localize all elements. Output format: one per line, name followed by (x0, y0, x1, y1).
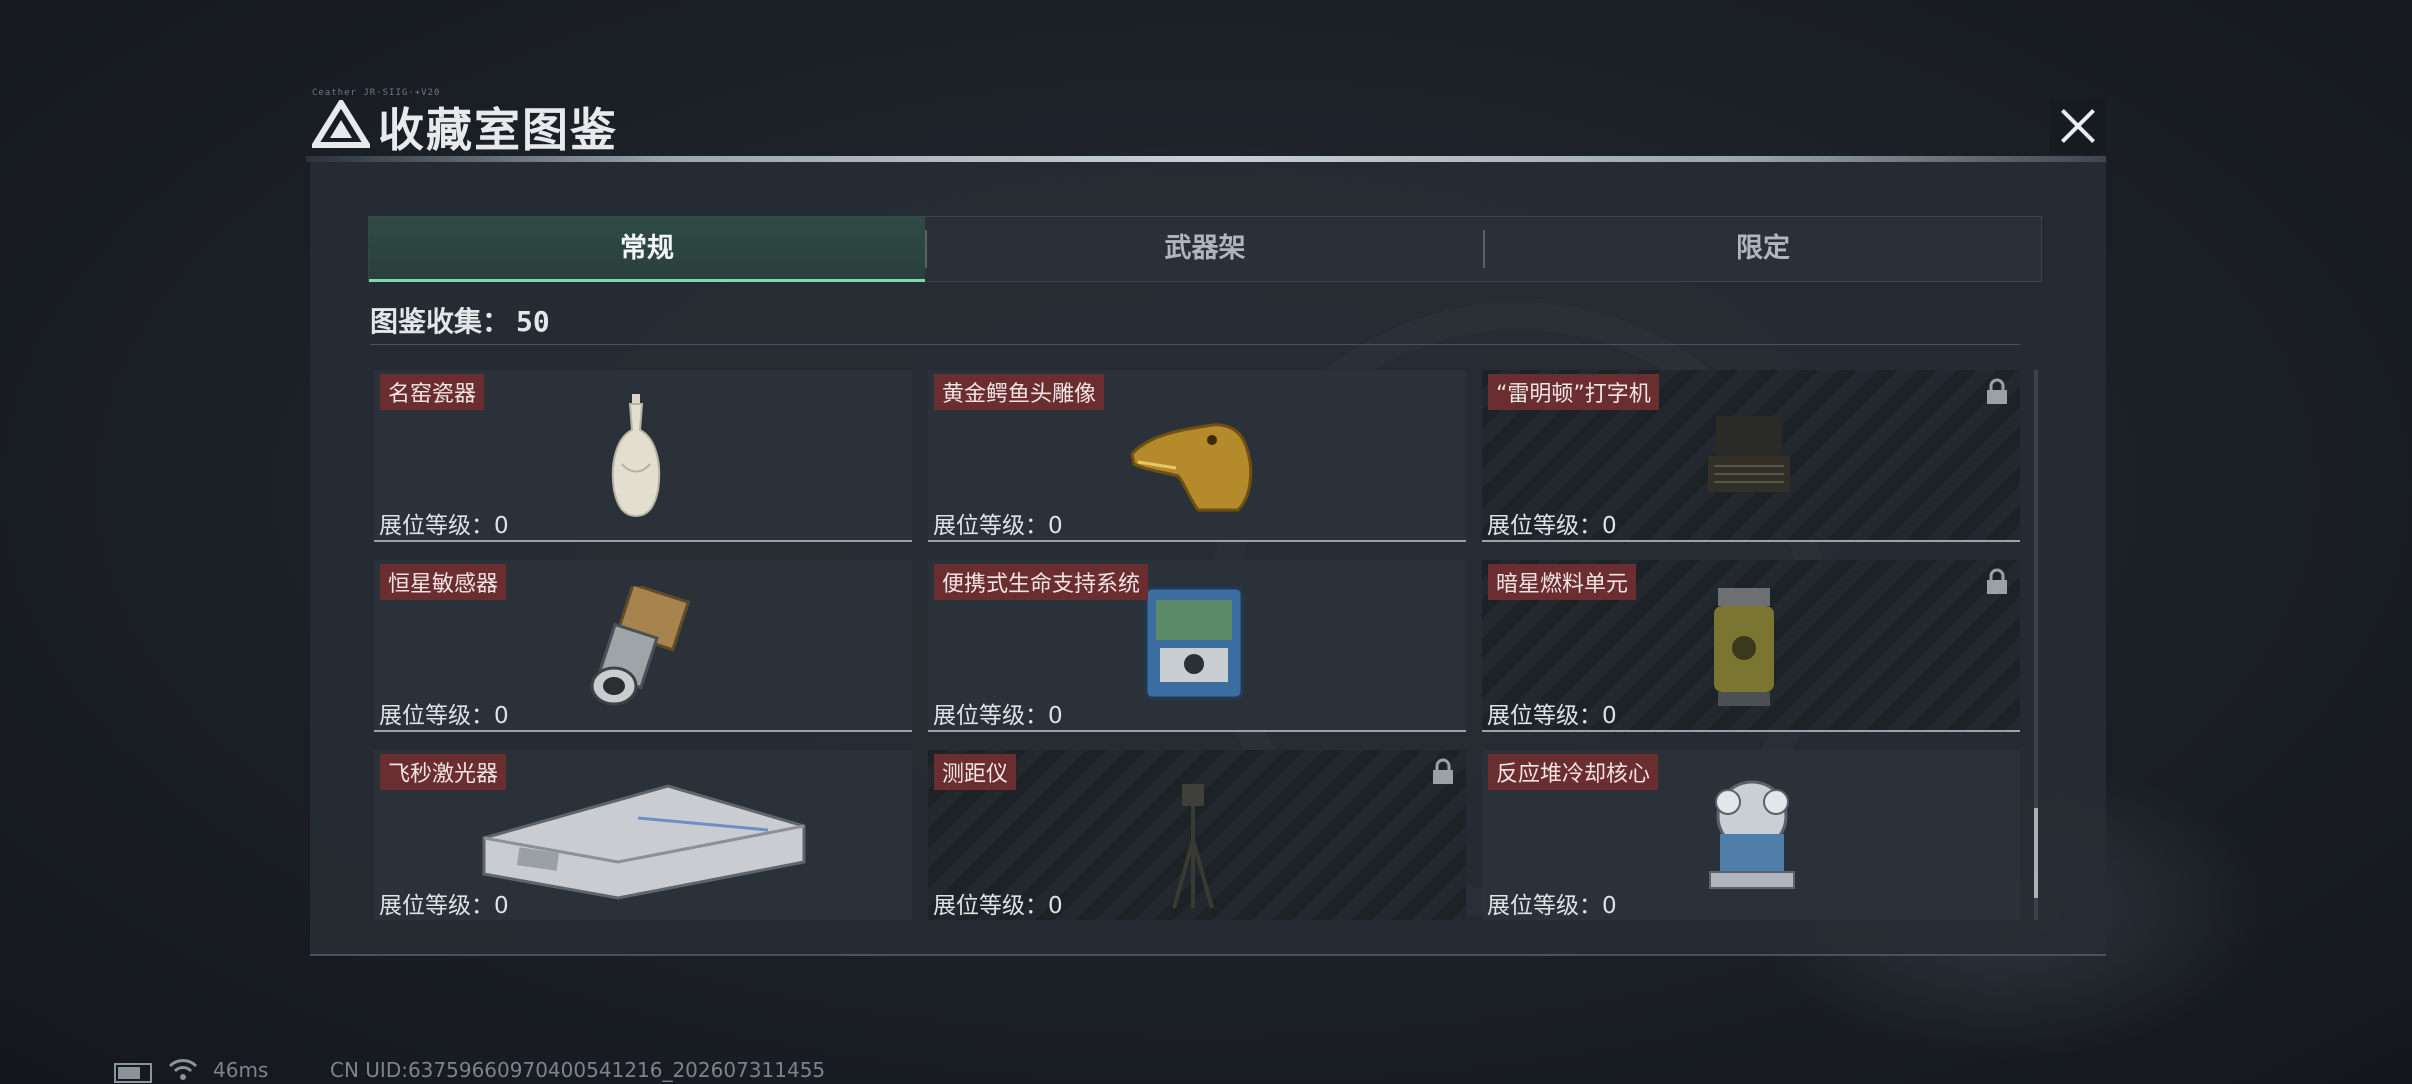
item-level: 展位等级：0 (379, 506, 509, 540)
collection-count: 图鉴收集： 50 (370, 300, 550, 340)
uid-text: CN UID:6375966097040054121​6_20260731145… (330, 1058, 826, 1082)
collection-number: 50 (516, 305, 550, 338)
item-name: 便携式生命支持系统 (934, 564, 1149, 600)
triangle-logo-icon (312, 100, 370, 148)
collection-label: 图鉴收集： (370, 305, 511, 338)
reactor-core-icon (1709, 780, 1795, 889)
level-value: 0 (1602, 703, 1617, 729)
card-underline (1482, 730, 2020, 732)
item-level: 展位等级：0 (1487, 506, 1617, 540)
item-grid: 名窑瓷器 展位等级：0 黄金鳄鱼头雕像 展位等级：0 “雷明顿”打字机 展位等级… (374, 370, 2022, 920)
page-title: 收藏室图鉴 (378, 103, 618, 157)
level-value: 0 (1048, 893, 1063, 919)
card-underline (374, 730, 912, 732)
tab-weapon-rack[interactable]: 武器架 (927, 217, 1483, 281)
level-value: 0 (494, 513, 509, 539)
item-card[interactable]: 黄金鳄鱼头雕像 展位等级：0 (928, 370, 1466, 542)
level-label: 展位等级： (933, 893, 1048, 919)
card-underline (928, 730, 1466, 732)
item-name: 反应堆冷却核心 (1488, 754, 1659, 790)
item-level: 展位等级：0 (1487, 696, 1617, 730)
level-label: 展位等级： (379, 893, 494, 919)
item-name: “雷明顿”打字机 (1488, 374, 1659, 410)
level-label: 展位等级： (379, 703, 494, 729)
item-level: 展位等级：0 (1487, 886, 1617, 920)
grid-scrollbar[interactable] (2034, 370, 2038, 920)
item-name: 黄金鳄鱼头雕像 (934, 374, 1105, 410)
lock-icon (1987, 568, 2007, 594)
rangefinder-icon (1172, 784, 1214, 909)
lock-icon (1433, 758, 1453, 784)
life-support-icon (1144, 586, 1244, 700)
item-level: 展位等级：0 (933, 696, 1063, 730)
level-label: 展位等级： (379, 513, 494, 539)
item-level: 展位等级：0 (379, 886, 509, 920)
femtosecond-laser-icon (482, 784, 806, 900)
fuel-cell-icon (1714, 588, 1774, 706)
item-name: 恒星敏感器 (380, 564, 507, 600)
ping-text: 46ms (213, 1058, 269, 1082)
item-card[interactable]: 飞秒激光器 展位等级：0 (374, 750, 912, 920)
item-level: 展位等级：0 (933, 886, 1063, 920)
level-value: 0 (1602, 513, 1617, 539)
level-value: 0 (494, 703, 509, 729)
level-label: 展位等级： (1487, 893, 1602, 919)
star-sensor-icon (590, 586, 691, 706)
tab-regular[interactable]: 常规 (369, 217, 925, 282)
item-level: 展位等级：0 (933, 506, 1063, 540)
tab-limited[interactable]: 限定 (1485, 217, 2041, 281)
close-button[interactable] (2050, 98, 2106, 154)
level-value: 0 (494, 893, 509, 919)
level-label: 展位等级： (933, 513, 1048, 539)
item-card[interactable]: 反应堆冷却核心 展位等级：0 (1482, 750, 2020, 920)
item-name: 名窑瓷器 (380, 374, 485, 410)
wifi-icon (168, 1059, 198, 1080)
level-value: 0 (1602, 893, 1617, 919)
scroll-thumb[interactable] (2034, 808, 2038, 898)
item-name: 飞秒激光器 (380, 754, 507, 790)
level-label: 展位等级： (933, 703, 1048, 729)
level-value: 0 (1048, 513, 1063, 539)
item-name: 测距仪 (934, 754, 1017, 790)
lock-icon (1987, 378, 2007, 404)
item-card[interactable]: 测距仪 展位等级：0 (928, 750, 1466, 920)
level-value: 0 (1048, 703, 1063, 729)
item-level: 展位等级：0 (379, 696, 509, 730)
battery-icon (114, 1063, 152, 1083)
collection-divider (370, 344, 2020, 345)
tab-bar: 常规 武器架 限定 (368, 216, 2042, 282)
item-card[interactable]: 便携式生命支持系统 展位等级：0 (928, 560, 1466, 732)
card-underline (1482, 540, 2020, 542)
item-card[interactable]: 名窑瓷器 展位等级：0 (374, 370, 912, 542)
golden-crocodile-head-icon (1130, 423, 1253, 512)
level-label: 展位等级： (1487, 513, 1602, 539)
porcelain-vase-icon (611, 394, 661, 518)
card-underline (374, 540, 912, 542)
item-card[interactable]: 暗星燃料单元 展位等级：0 (1482, 560, 2020, 732)
item-name: 暗星燃料单元 (1488, 564, 1637, 600)
level-label: 展位等级： (1487, 703, 1602, 729)
card-underline (928, 540, 1466, 542)
item-card[interactable]: “雷明顿”打字机 展位等级：0 (1482, 370, 2020, 542)
item-card[interactable]: 恒星敏感器 展位等级：0 (374, 560, 912, 732)
typewriter-icon (1708, 416, 1790, 492)
